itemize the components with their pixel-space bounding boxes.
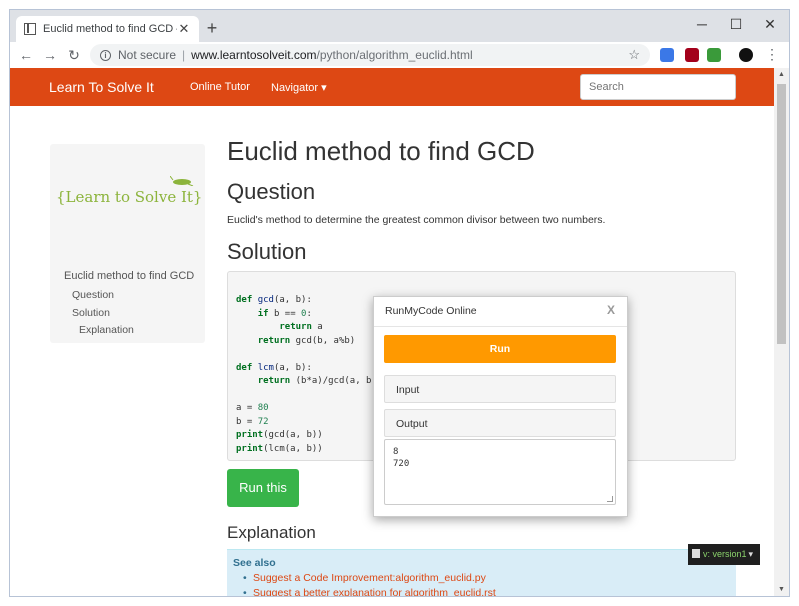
tab-strip: Euclid method to find GCD — Le ✕ + ─ ☐ ✕ (10, 10, 789, 42)
extension-icon[interactable] (660, 48, 674, 62)
bookmark-star-icon[interactable]: ☆ (628, 47, 640, 63)
caret-down-icon: ▾ (748, 549, 754, 559)
runmycode-modal: RunMyCode Online X Run Input Output 8 72… (373, 296, 628, 517)
ublock-extension-icon[interactable] (685, 48, 699, 62)
browser-window: Euclid method to find GCD — Le ✕ + ─ ☐ ✕… (9, 9, 790, 597)
tab-title: Euclid method to find GCD — Le (43, 23, 177, 35)
site-logo[interactable]: {Learn to Solve It} (56, 188, 202, 206)
version-badge[interactable]: v: version1 ▾ (688, 544, 760, 565)
page-scrollbar[interactable]: ▲ ▼ (774, 68, 789, 596)
back-button[interactable]: ← (14, 47, 38, 63)
search-input[interactable] (580, 74, 736, 100)
output-panel-header[interactable]: Output (384, 409, 616, 437)
navigator-dropdown[interactable]: Navigator ▾ (271, 81, 327, 94)
close-window-button[interactable]: ✕ (753, 12, 787, 36)
toc-item-question[interactable]: Question (72, 289, 114, 301)
profile-avatar[interactable] (739, 48, 753, 62)
see-also-title: See also (233, 557, 276, 569)
suggest-explanation-link[interactable]: Suggest a better explanation for algorit… (243, 587, 496, 596)
solution-heading: Solution (227, 239, 307, 264)
site-brand-link[interactable]: Learn To Solve It (49, 79, 154, 95)
scroll-up-icon[interactable]: ▲ (777, 71, 786, 78)
toc-item-top[interactable]: Euclid method to find GCD (64, 270, 194, 282)
version-label: v: version1 (703, 549, 747, 559)
new-tab-button[interactable]: + (203, 18, 221, 39)
security-label: Not secure (118, 48, 177, 62)
modal-close-button[interactable]: X (607, 303, 615, 317)
explanation-heading: Explanation (227, 523, 316, 542)
minimize-button[interactable]: ─ (685, 12, 719, 36)
web-page: Learn To Solve It Online Tutor Navigator… (10, 68, 775, 596)
output-textarea[interactable]: 8 720 (384, 439, 616, 505)
page-title: Euclid method to find GCD (227, 136, 535, 166)
site-navbar: Learn To Solve It Online Tutor Navigator… (10, 68, 775, 106)
modal-title: RunMyCode Online (385, 305, 477, 317)
scroll-thumb[interactable] (777, 84, 786, 344)
book-icon (692, 549, 700, 558)
reload-button[interactable]: ↻ (62, 47, 86, 64)
question-text: Euclid's method to determine the greates… (227, 214, 606, 226)
scroll-down-icon[interactable]: ▼ (777, 586, 786, 593)
address-bar[interactable]: i Not secure | www.learntosolveit.com /p… (90, 44, 650, 66)
modal-header: RunMyCode Online X (374, 297, 627, 327)
run-this-button[interactable]: Run this (227, 469, 299, 507)
modal-run-button[interactable]: Run (384, 335, 616, 363)
browser-menu-icon[interactable]: ⋮ (765, 46, 779, 63)
terminal-extension-icon[interactable] (707, 48, 721, 62)
output-text: 8 720 (393, 447, 410, 469)
tab-close-icon[interactable]: ✕ (177, 21, 191, 37)
sidebar: {Learn to Solve It} Euclid method to fin… (50, 144, 205, 343)
cricket-logo-icon (170, 176, 194, 186)
toc-item-solution[interactable]: Solution (72, 307, 110, 319)
forward-button[interactable]: → (38, 47, 62, 63)
code-content: def gcd(a, b): if b == 0: return a retur… (236, 295, 377, 454)
maximize-button[interactable]: ☐ (719, 12, 753, 36)
url-path: /python/algorithm_euclid.html (316, 48, 473, 62)
url-separator: | (182, 48, 186, 62)
suggest-code-improvement-link[interactable]: Suggest a Code Improvement:algorithm_euc… (243, 572, 486, 584)
question-heading: Question (227, 179, 316, 204)
page-favicon-icon (24, 23, 36, 35)
browser-tab[interactable]: Euclid method to find GCD — Le ✕ (16, 16, 199, 42)
url-host: www.learntosolveit.com (191, 48, 317, 62)
online-tutor-link[interactable]: Online Tutor (190, 81, 250, 93)
see-also-box: See also Suggest a Code Improvement:algo… (227, 549, 736, 596)
input-panel-header[interactable]: Input (384, 375, 616, 403)
resize-handle-icon[interactable] (607, 496, 613, 502)
info-icon[interactable]: i (100, 49, 111, 61)
toc-item-explanation[interactable]: Explanation (79, 324, 134, 336)
